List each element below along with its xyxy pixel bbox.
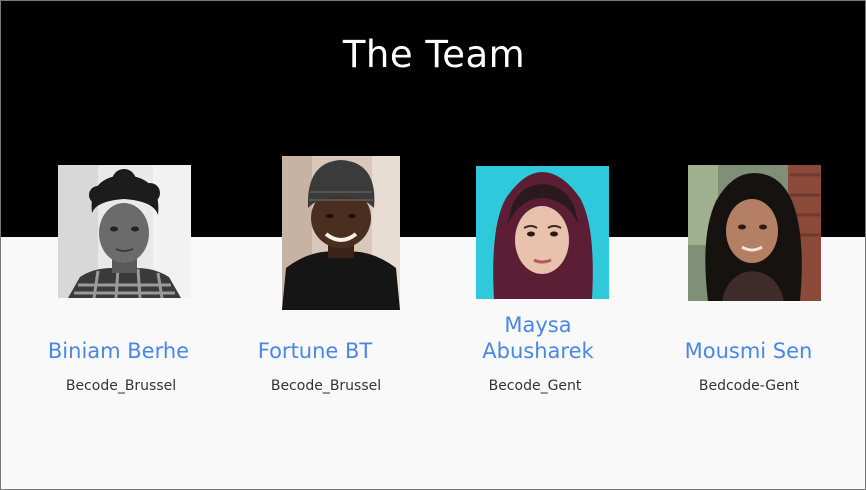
team-page: The Team Biniam Berhe Becode_Brussel For… bbox=[0, 0, 866, 490]
member-photo bbox=[476, 166, 609, 299]
portrait-photo-icon bbox=[688, 165, 821, 301]
portrait-photo-icon bbox=[476, 166, 609, 299]
member-photo bbox=[58, 165, 191, 298]
member-organization: Becode_Gent bbox=[488, 378, 582, 394]
member-name-line-1: Maysa bbox=[504, 313, 572, 337]
portrait-photo-icon bbox=[58, 165, 191, 298]
member-organization: Becode_Brussel bbox=[65, 378, 177, 394]
page-title: The Team bbox=[342, 33, 526, 76]
member-organization: Bedcode-Gent bbox=[698, 378, 800, 394]
member-organization: Becode_Brussel bbox=[270, 378, 382, 394]
member-photo bbox=[282, 156, 400, 310]
member-name: Fortune BT bbox=[257, 339, 373, 363]
member-name: Biniam Berhe bbox=[47, 339, 190, 363]
member-name: Mousmi Sen bbox=[684, 339, 813, 363]
portrait-photo-icon bbox=[282, 156, 400, 310]
member-photo bbox=[688, 165, 821, 301]
member-name-line-2: Abusharek bbox=[482, 339, 594, 363]
